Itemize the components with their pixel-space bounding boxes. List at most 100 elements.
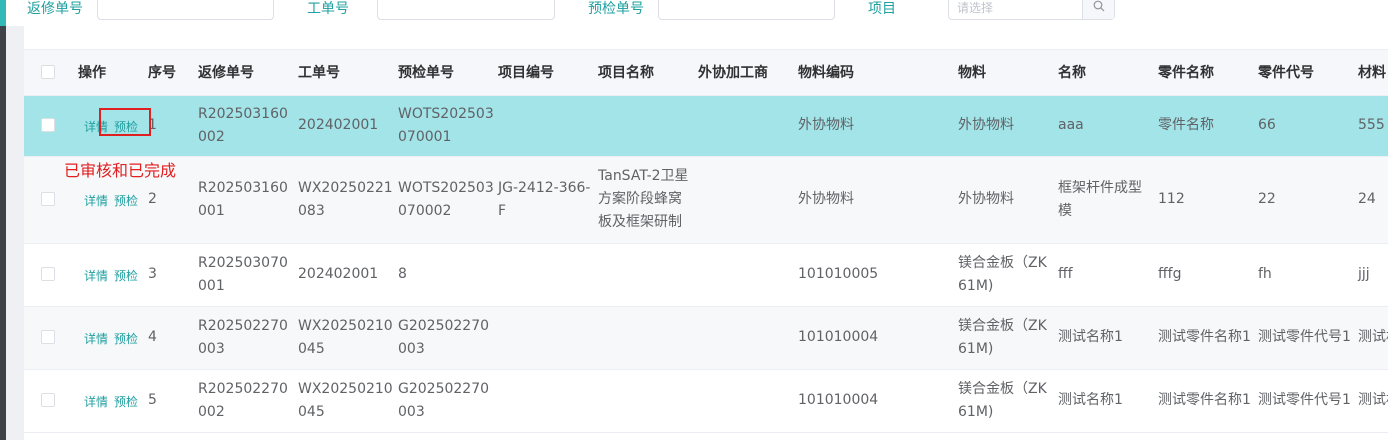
row-checkbox[interactable] (41, 118, 55, 132)
cell-part-code: 测试零件代号1 (1254, 306, 1354, 370)
cell-project-name (594, 95, 694, 157)
cell-material2: 555 (1354, 95, 1388, 157)
row-select-cell[interactable] (24, 95, 74, 157)
col-header: 零件名称 (1154, 50, 1254, 96)
detail-link[interactable]: 详情 (84, 332, 108, 346)
cell-work-order: 202402001 (294, 243, 394, 307)
cell-project-name (594, 369, 694, 433)
col-header: 外协加工商 (694, 50, 794, 96)
col-header: 物料 (954, 50, 1054, 96)
col-header: 物料编码 (794, 50, 954, 96)
cell-material: 镁合金板（ZK61M) (954, 369, 1054, 433)
cell-precheck-no: WOTS202503070002 (394, 156, 494, 244)
cell-name: fff (1054, 243, 1154, 307)
detail-link[interactable]: 详情 (84, 395, 108, 409)
table-row[interactable]: 1 R202503160002 202402001 WOTS2025030700… (24, 95, 1388, 157)
cell-material: 镁合金板（ZK61M) (954, 243, 1054, 307)
precheck-no-label: 预检单号 (588, 1, 644, 17)
cell-name: 测试名称1 (1054, 369, 1154, 433)
work-order-label: 工单号 (307, 1, 349, 17)
sidebar-active-indicator (0, 0, 6, 26)
col-header: 项目编号 (494, 50, 594, 96)
cell-rework-no: R202503160002 (194, 95, 294, 157)
cell-project-code (494, 95, 594, 157)
row-checkbox[interactable] (41, 393, 55, 407)
page-gutter (6, 26, 24, 440)
row-select-cell[interactable] (24, 369, 74, 433)
cell-rework-no: R202502270003 (194, 306, 294, 370)
table-header: 操作 序号 返修单号 工单号 预检单号 项目编号 项目名称 外协加工商 物料编码… (24, 50, 1388, 96)
work-order-input[interactable] (377, 0, 555, 20)
filter-bar: 返修单号 工单号 预检单号 项目 请选择 (24, 0, 1388, 22)
table-row[interactable]: 4 R202502270003 WX20250210045 G202502270… (24, 306, 1388, 370)
cell-material-code: 外协物料 (794, 156, 954, 244)
precheck-link[interactable]: 预检 (114, 269, 138, 283)
precheck-link[interactable]: 预检 (114, 194, 138, 208)
cell-precheck-no: G202502270003 (394, 306, 494, 370)
cell-part-code: 66 (1254, 95, 1354, 157)
cell-part-name: 112 (1154, 156, 1254, 244)
detail-link[interactable]: 详情 (84, 269, 108, 283)
row-checkbox[interactable] (41, 330, 55, 344)
precheck-link[interactable]: 预检 (114, 332, 138, 346)
col-header: 名称 (1054, 50, 1154, 96)
project-search-button[interactable] (1082, 0, 1114, 19)
cell-index: 5 (144, 369, 194, 433)
row-actions-3: 详情 预检 (84, 267, 138, 284)
row-actions-2: 详情 预检 (84, 192, 138, 209)
cell-precheck-no: G202502270003 (394, 369, 494, 433)
cell-material2: jjj (1354, 243, 1388, 307)
cell-project-name: TanSAT-2卫星方案阶段蜂窝板及框架研制 (594, 156, 694, 244)
cell-project-code (494, 306, 594, 370)
cell-part-code: 22 (1254, 156, 1354, 244)
cell-part-name: 零件名称 (1154, 95, 1254, 157)
row-actions-5: 详情 预检 (84, 393, 138, 410)
cell-part-name: 测试零件名称1 (1154, 306, 1254, 370)
cell-index: 4 (144, 306, 194, 370)
cell-project-name (594, 243, 694, 307)
rework-no-input[interactable] (97, 0, 274, 20)
cell-vendor (694, 156, 794, 244)
row-select-cell[interactable] (24, 243, 74, 307)
cell-work-order: WX20250210045 (294, 369, 394, 433)
rework-no-label: 返修单号 (27, 1, 83, 17)
detail-link[interactable]: 详情 (84, 194, 108, 208)
cell-material2: 24 (1354, 156, 1388, 244)
cell-material-code: 外协物料 (794, 95, 954, 157)
cell-name: 测试名称1 (1054, 306, 1154, 370)
col-header: 序号 (144, 50, 194, 96)
cell-work-order: WX20250221083 (294, 156, 394, 244)
cell-work-order: 202402001 (294, 95, 394, 157)
table-row[interactable]: 3 R202503070001 202402001 8 101010005 镁合… (24, 243, 1388, 307)
cell-material-code: 101010005 (794, 243, 954, 307)
cell-material-code: 101010004 (794, 369, 954, 433)
cell-name: aaa (1054, 95, 1154, 157)
rework-table: 操作 序号 返修单号 工单号 预检单号 项目编号 项目名称 外协加工商 物料编码… (24, 49, 1388, 440)
row-checkbox[interactable] (41, 267, 55, 281)
col-header: 材料 (1354, 50, 1388, 96)
project-select[interactable]: 请选择 (948, 0, 1115, 20)
project-select-placeholder: 请选择 (957, 1, 994, 15)
precheck-no-input[interactable] (658, 0, 835, 20)
cell-precheck-no: WOTS202503070001 (394, 95, 494, 157)
precheck-link[interactable]: 预检 (114, 395, 138, 409)
row-select-cell[interactable] (24, 306, 74, 370)
cell-material: 外协物料 (954, 95, 1054, 157)
select-all-checkbox[interactable] (41, 65, 55, 80)
cell-part-code: 测试零件代号1 (1254, 369, 1354, 433)
row-checkbox[interactable] (41, 192, 55, 206)
cell-part-name: fffg (1154, 243, 1254, 307)
cell-material2: 测试材 (1354, 369, 1388, 433)
cell-part-code: fh (1254, 243, 1354, 307)
cell-vendor (694, 95, 794, 157)
cell-rework-no: R202503160001 (194, 156, 294, 244)
table-row[interactable]: 5 R202502270002 WX20250210045 G202502270… (24, 369, 1388, 433)
cell-vendor (694, 243, 794, 307)
cell-material-code: 101010004 (794, 306, 954, 370)
cell-vendor (694, 369, 794, 433)
cell-project-code: JG-2412-366-F (494, 156, 594, 244)
cell-index: 3 (144, 243, 194, 307)
table-row[interactable]: 2 R202503160001 WX20250221083 WOTS202503… (24, 156, 1388, 244)
col-header: 零件代号 (1254, 50, 1354, 96)
select-all-cell[interactable] (24, 50, 74, 96)
